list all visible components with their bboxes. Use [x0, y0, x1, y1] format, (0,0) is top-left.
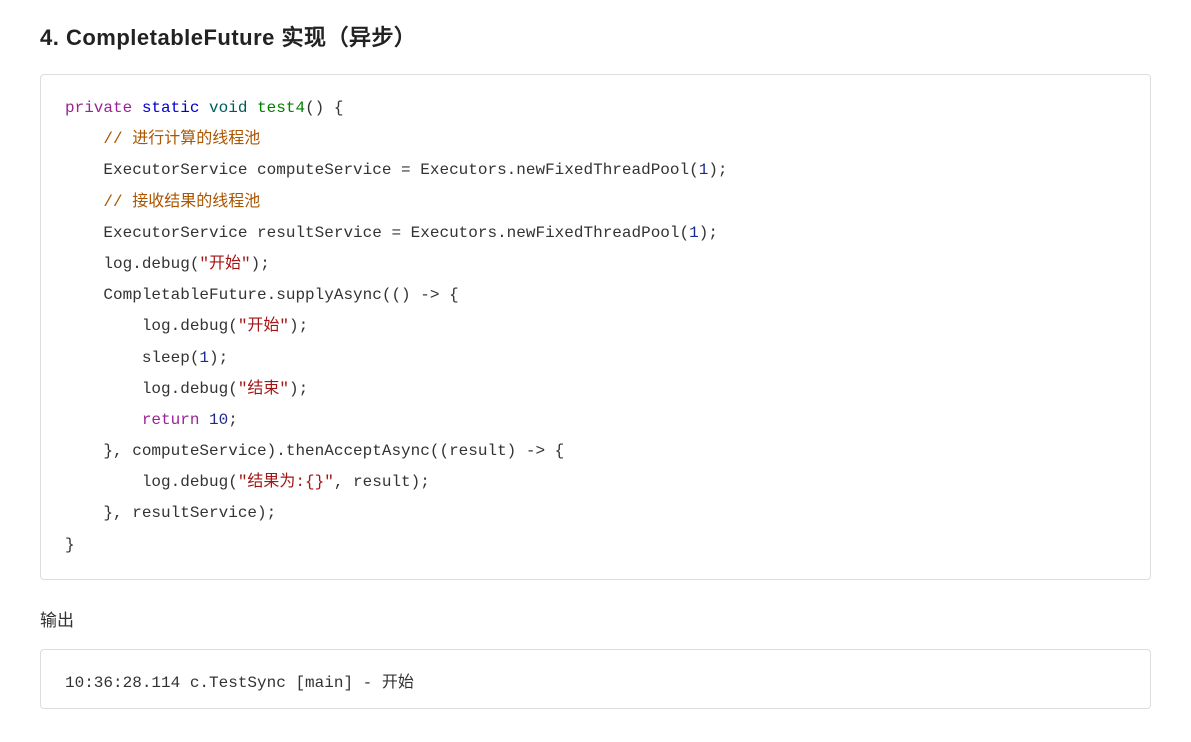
code-token: ); [708, 161, 727, 179]
code-token: ExecutorService resultService = Executor… [65, 224, 689, 242]
code-token: log.debug( [65, 380, 238, 398]
code-token: -> [420, 286, 439, 304]
code-token: log.debug( [65, 255, 199, 273]
section-heading: 4. CompletableFuture 实现（异步） [40, 20, 1151, 52]
code-token: // 进行计算的线程池 [103, 130, 260, 148]
code-token [247, 99, 257, 117]
code-token: 1 [199, 349, 209, 367]
code-token: "开始" [199, 255, 250, 273]
code-token: static [142, 99, 200, 117]
code-token: 10 [209, 411, 228, 429]
code-token: ; [228, 411, 238, 429]
code-token [199, 99, 209, 117]
code-token: { [545, 442, 564, 460]
code-token [65, 193, 103, 211]
code-block: private static void test4() { // 进行计算的线程… [40, 74, 1151, 580]
code-token: 1 [689, 224, 699, 242]
code-token: return [142, 411, 200, 429]
code-token: -> [526, 442, 545, 460]
code-token: () { [305, 99, 343, 117]
code-token: , result); [334, 473, 430, 491]
code-token: { [439, 286, 458, 304]
code-token: ); [699, 224, 718, 242]
code-token: log.debug( [65, 317, 238, 335]
code-token: log.debug( [65, 473, 238, 491]
code-token: private [65, 99, 132, 117]
code-token: ); [251, 255, 270, 273]
code-token: } [65, 536, 75, 554]
code-token: sleep( [65, 349, 199, 367]
code-token: ); [289, 380, 308, 398]
code-token: 1 [699, 161, 709, 179]
output-block: 10:36:28.114 c.TestSync [main] - 开始 [40, 649, 1151, 709]
code-token: // 接收结果的线程池 [103, 193, 260, 211]
code-token: "结果为:{}" [238, 473, 334, 491]
code-token: "开始" [238, 317, 289, 335]
code-token: CompletableFuture.supplyAsync(() [65, 286, 420, 304]
code-token: }, resultService); [65, 504, 276, 522]
code-token: ExecutorService computeService = Executo… [65, 161, 699, 179]
code-token [65, 411, 142, 429]
code-token [65, 130, 103, 148]
code-token [132, 99, 142, 117]
output-label: 输出 [40, 606, 1151, 631]
code-token [199, 411, 209, 429]
code-token: void [209, 99, 247, 117]
code-token: "结束" [238, 380, 289, 398]
code-token: ); [209, 349, 228, 367]
code-token: }, computeService).thenAcceptAsync((resu… [65, 442, 526, 460]
code-token: ); [289, 317, 308, 335]
code-token: test4 [257, 99, 305, 117]
